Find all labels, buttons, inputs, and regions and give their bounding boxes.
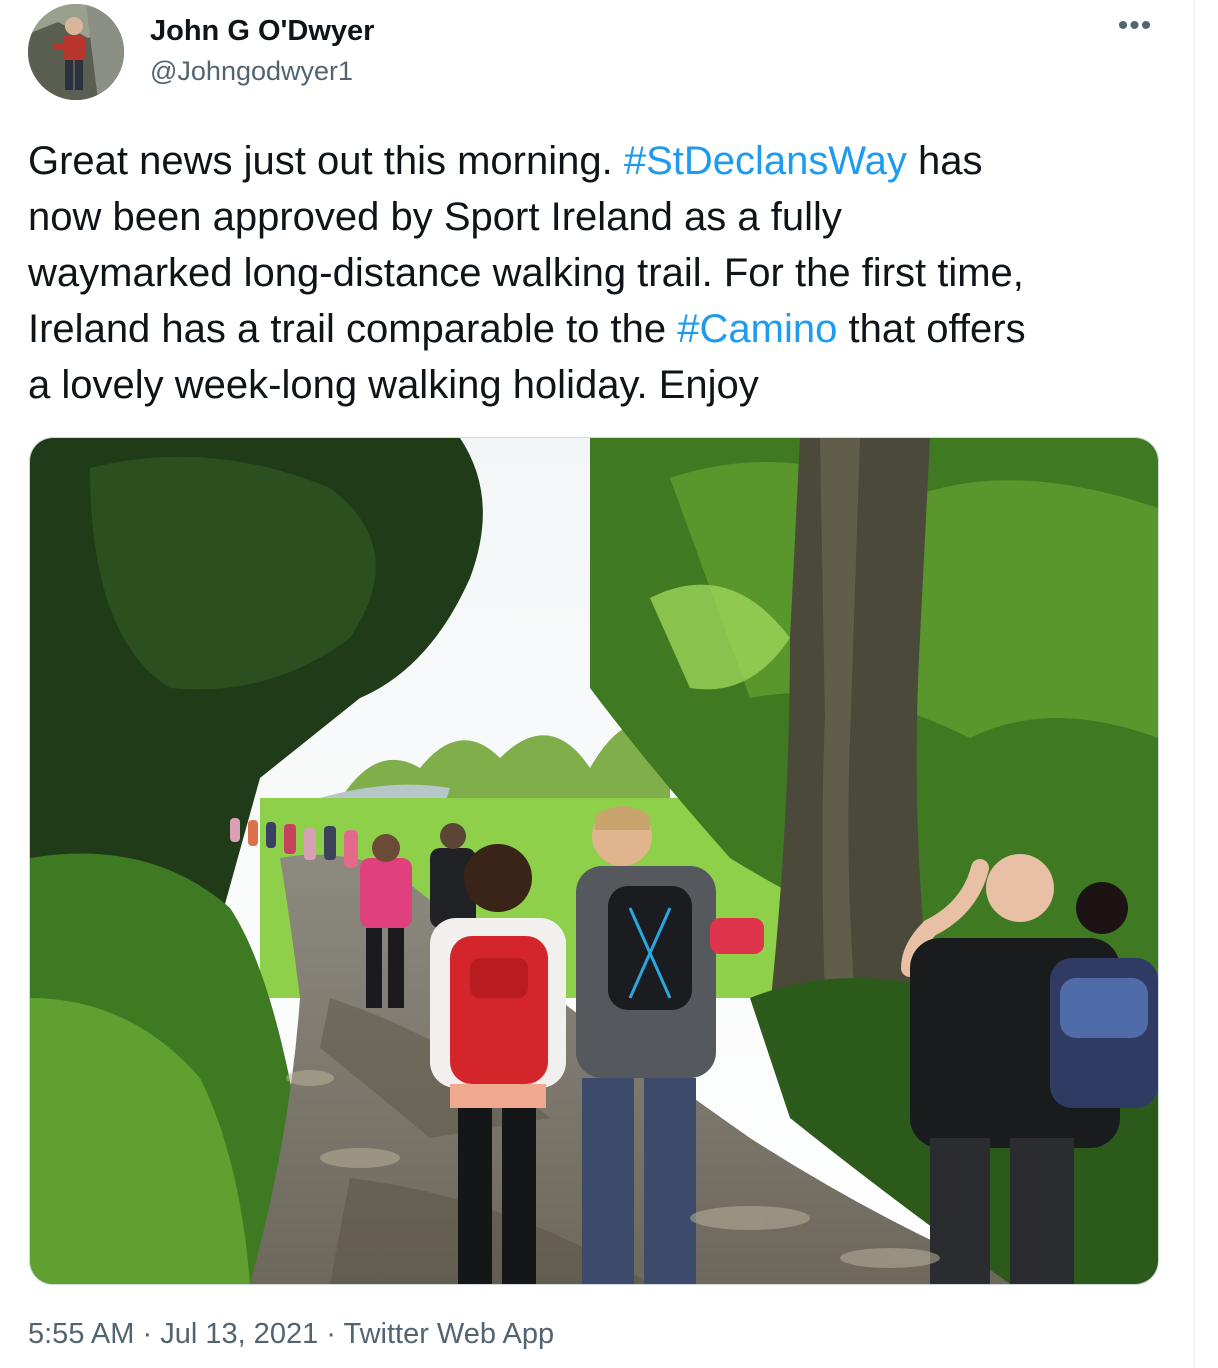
tweet-photo[interactable]: [29, 437, 1159, 1285]
meta-separator: ·: [134, 1318, 161, 1350]
hashtag-stdeclansway-link[interactable]: #StDeclansWay: [624, 139, 907, 183]
walkers-on-forest-trail-photo-icon: [30, 438, 1158, 1284]
hashtag-camino-link[interactable]: #Camino: [677, 307, 837, 351]
tweet-text-segment: Great news just out this morning.: [28, 139, 624, 183]
tweet-meta: 5:55 AM · Jul 13, 2021 · Twitter Web App: [28, 1318, 554, 1351]
more-options-icon[interactable]: •••: [1115, 11, 1155, 46]
author-display-name[interactable]: John G O'Dwyer: [150, 15, 374, 48]
author-avatar[interactable]: [28, 4, 124, 100]
tweet-source-app[interactable]: Twitter Web App: [343, 1318, 554, 1350]
tweet-card: John G O'Dwyer @Johngodwyer1 ••• Great n…: [0, 0, 1195, 1368]
author-handle[interactable]: @Johngodwyer1: [150, 56, 353, 87]
tweet-time[interactable]: 5:55 AM: [28, 1318, 134, 1350]
tweet-date[interactable]: Jul 13, 2021: [160, 1318, 318, 1350]
user-avatar-photo-icon: [28, 4, 124, 100]
meta-separator: ·: [318, 1318, 344, 1350]
tweet-text: Great news just out this morning. #StDec…: [28, 133, 1168, 413]
